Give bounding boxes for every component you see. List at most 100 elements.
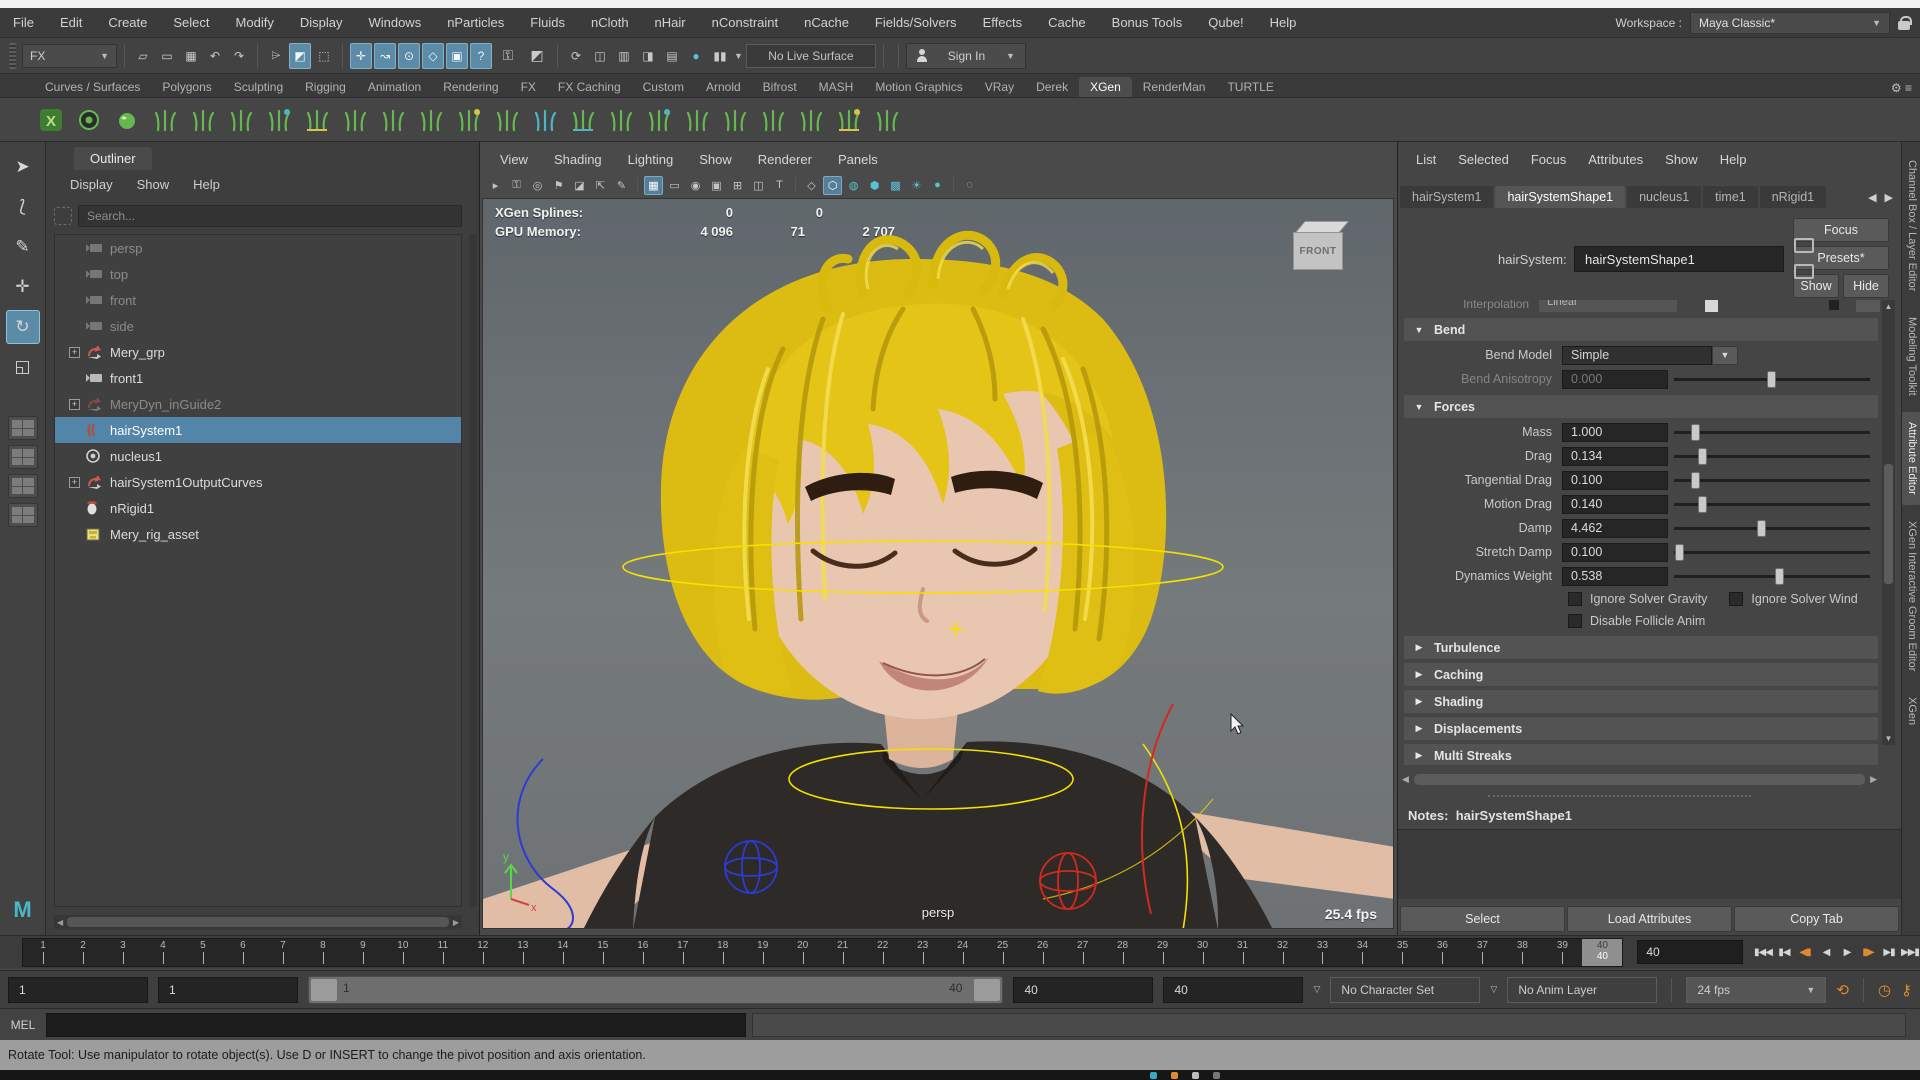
- stretch-damp-slider[interactable]: [1674, 543, 1870, 562]
- color-swatch[interactable]: [1705, 300, 1719, 312]
- frame-25[interactable]: 25: [983, 939, 1023, 966]
- panel-tab-modeling-toolkit[interactable]: Modeling Toolkit: [1902, 307, 1920, 406]
- bookmark-icon[interactable]: ⚑: [549, 176, 568, 195]
- auto-keyframe-icon[interactable]: ⚷: [1901, 981, 1912, 999]
- shelf-tab-renderman[interactable]: RenderMan: [1132, 77, 1217, 97]
- play-forwards-button[interactable]: ▶: [1837, 941, 1857, 963]
- lasso-tool-icon[interactable]: ⟅: [6, 190, 40, 224]
- outliner-item-persp[interactable]: persp: [55, 235, 461, 261]
- frame-5[interactable]: 5: [183, 939, 223, 966]
- shelf-gear-icon[interactable]: ⚙ ≡: [1891, 81, 1912, 97]
- ae-menu-help[interactable]: Help: [1710, 150, 1757, 169]
- textured-icon[interactable]: ◍: [844, 176, 863, 195]
- frame-8[interactable]: 8: [303, 939, 343, 966]
- bend-anisotropy-slider[interactable]: [1674, 370, 1870, 389]
- frame-4[interactable]: 4: [143, 939, 183, 966]
- shelf-tab-motion-graphics[interactable]: Motion Graphics: [864, 77, 973, 97]
- taskbar-app-icon[interactable]: [1192, 1072, 1199, 1079]
- selection-lock-icon[interactable]: ⚿: [495, 43, 521, 69]
- dynamics-weight-field[interactable]: 0.538: [1562, 567, 1668, 586]
- bend-model-dropdown[interactable]: Simple: [1562, 346, 1712, 365]
- section-bend[interactable]: ▼ Bend: [1404, 318, 1878, 341]
- attributes-hscrollbar[interactable]: ◀▶: [1402, 772, 1877, 787]
- xgen-shelf-icon-9[interactable]: [338, 103, 372, 137]
- taskbar-app-icon[interactable]: [1171, 1072, 1178, 1079]
- xgen-shelf-icon-12[interactable]: [452, 103, 486, 137]
- outliner-vscrollbar[interactable]: [469, 234, 477, 907]
- motion-drag-field[interactable]: 0.140: [1562, 495, 1668, 514]
- layout-shortcut-3[interactable]: [8, 474, 38, 498]
- hide-button[interactable]: Hide: [1843, 274, 1889, 298]
- ipr-render-icon[interactable]: ◨: [637, 43, 659, 69]
- scale-tool-icon[interactable]: ◱: [6, 350, 40, 384]
- snap-point-icon[interactable]: ⊙: [398, 43, 420, 69]
- animation-end-field[interactable]: 40: [1013, 977, 1153, 1003]
- shelf-tab-animation[interactable]: Animation: [357, 77, 432, 97]
- shelf-tab-mash[interactable]: MASH: [808, 77, 865, 97]
- frame-30[interactable]: 30: [1183, 939, 1223, 966]
- lights-icon[interactable]: ☀: [907, 176, 926, 195]
- frame-28[interactable]: 28: [1103, 939, 1143, 966]
- frame-33[interactable]: 33: [1303, 939, 1343, 966]
- ae-menu-attributes[interactable]: Attributes: [1578, 150, 1653, 169]
- section-turbulence[interactable]: ▶ Turbulence: [1404, 636, 1878, 659]
- rotate-tool-icon[interactable]: ↻: [6, 310, 40, 344]
- panel-tab-xgen[interactable]: XGen: [1902, 687, 1920, 735]
- command-input[interactable]: [46, 1013, 746, 1037]
- ae-menu-selected[interactable]: Selected: [1448, 150, 1519, 169]
- layout-shortcut-2[interactable]: [8, 445, 38, 469]
- select-hierarchy-icon[interactable]: ⌲: [265, 43, 287, 69]
- shelf-tab-rendering[interactable]: Rendering: [432, 77, 509, 97]
- ae-tab-time1[interactable]: time1: [1703, 186, 1758, 208]
- xgen-shelf-icon-18[interactable]: [680, 103, 714, 137]
- frame-13[interactable]: 13: [503, 939, 543, 966]
- frame-9[interactable]: 9: [343, 939, 383, 966]
- greasepencil-icon[interactable]: ✎: [612, 176, 631, 195]
- step-back-frame-button[interactable]: ◀▮: [1795, 941, 1815, 963]
- grid-icon[interactable]: ▦: [644, 176, 663, 195]
- frame-40[interactable]: 4040: [1582, 939, 1622, 966]
- menu-bonus-tools[interactable]: Bonus Tools: [1099, 15, 1196, 30]
- menu-file[interactable]: File: [0, 15, 47, 30]
- frame-26[interactable]: 26: [1023, 939, 1063, 966]
- snap-curve-icon[interactable]: ↝: [374, 43, 396, 69]
- chevron-down-icon[interactable]: ▼: [734, 51, 743, 61]
- bend-anisotropy-field[interactable]: 0.000: [1562, 370, 1668, 389]
- frame-34[interactable]: 34: [1342, 939, 1382, 966]
- outliner-item-nucleus1[interactable]: nucleus1: [55, 443, 461, 469]
- menu-help[interactable]: Help: [1257, 15, 1310, 30]
- select-tool-icon[interactable]: ➤: [6, 150, 40, 184]
- 2d-pan-zoom-icon[interactable]: ⇱: [591, 176, 610, 195]
- frame-27[interactable]: 27: [1063, 939, 1103, 966]
- xgen-shelf-icon-8[interactable]: [300, 103, 334, 137]
- workspace-lock-icon[interactable]: [1898, 21, 1910, 30]
- frame-24[interactable]: 24: [943, 939, 983, 966]
- frame-3[interactable]: 3: [103, 939, 143, 966]
- xgen-shelf-icon-4[interactable]: [148, 103, 182, 137]
- command-result-field[interactable]: [752, 1013, 1906, 1037]
- frame-21[interactable]: 21: [823, 939, 863, 966]
- sign-in-button[interactable]: Sign In ▼: [906, 43, 1026, 69]
- outliner-item-side[interactable]: side: [55, 313, 461, 339]
- taskbar-app-icon[interactable]: [1150, 1072, 1157, 1079]
- anim-layer-dropdown[interactable]: No Anim Layer: [1507, 977, 1657, 1003]
- panel-tab-xgen-interactive-groom-editor[interactable]: XGen Interactive Groom Editor: [1902, 511, 1920, 681]
- fps-dropdown[interactable]: 24 fps▼: [1686, 977, 1826, 1003]
- menu-fluids[interactable]: Fluids: [517, 15, 578, 30]
- menu-nhair[interactable]: nHair: [642, 15, 699, 30]
- menu-modify[interactable]: Modify: [223, 15, 287, 30]
- menu-qube[interactable]: Qube!: [1195, 15, 1256, 30]
- ae-menu-show[interactable]: Show: [1655, 150, 1708, 169]
- outliner-item-hairsystem1[interactable]: hairSystem1: [55, 417, 461, 443]
- xgen-shelf-icon-16[interactable]: [604, 103, 638, 137]
- chevron-down-icon[interactable]: ▼: [1712, 346, 1738, 365]
- character-set-menu-icon[interactable]: ▽: [1313, 984, 1320, 995]
- playback-start-field[interactable]: 1: [8, 977, 148, 1003]
- frame-29[interactable]: 29: [1143, 939, 1183, 966]
- wireframe-icon[interactable]: ◇: [802, 176, 821, 195]
- damp-field[interactable]: 4.462: [1562, 519, 1668, 538]
- input-connection-icon[interactable]: [1794, 238, 1814, 253]
- shelf-tab-custom[interactable]: Custom: [632, 77, 695, 97]
- outliner-item-hairsystem1outputcurves[interactable]: + hairSystem1OutputCurves: [55, 469, 461, 495]
- frame-20[interactable]: 20: [783, 939, 823, 966]
